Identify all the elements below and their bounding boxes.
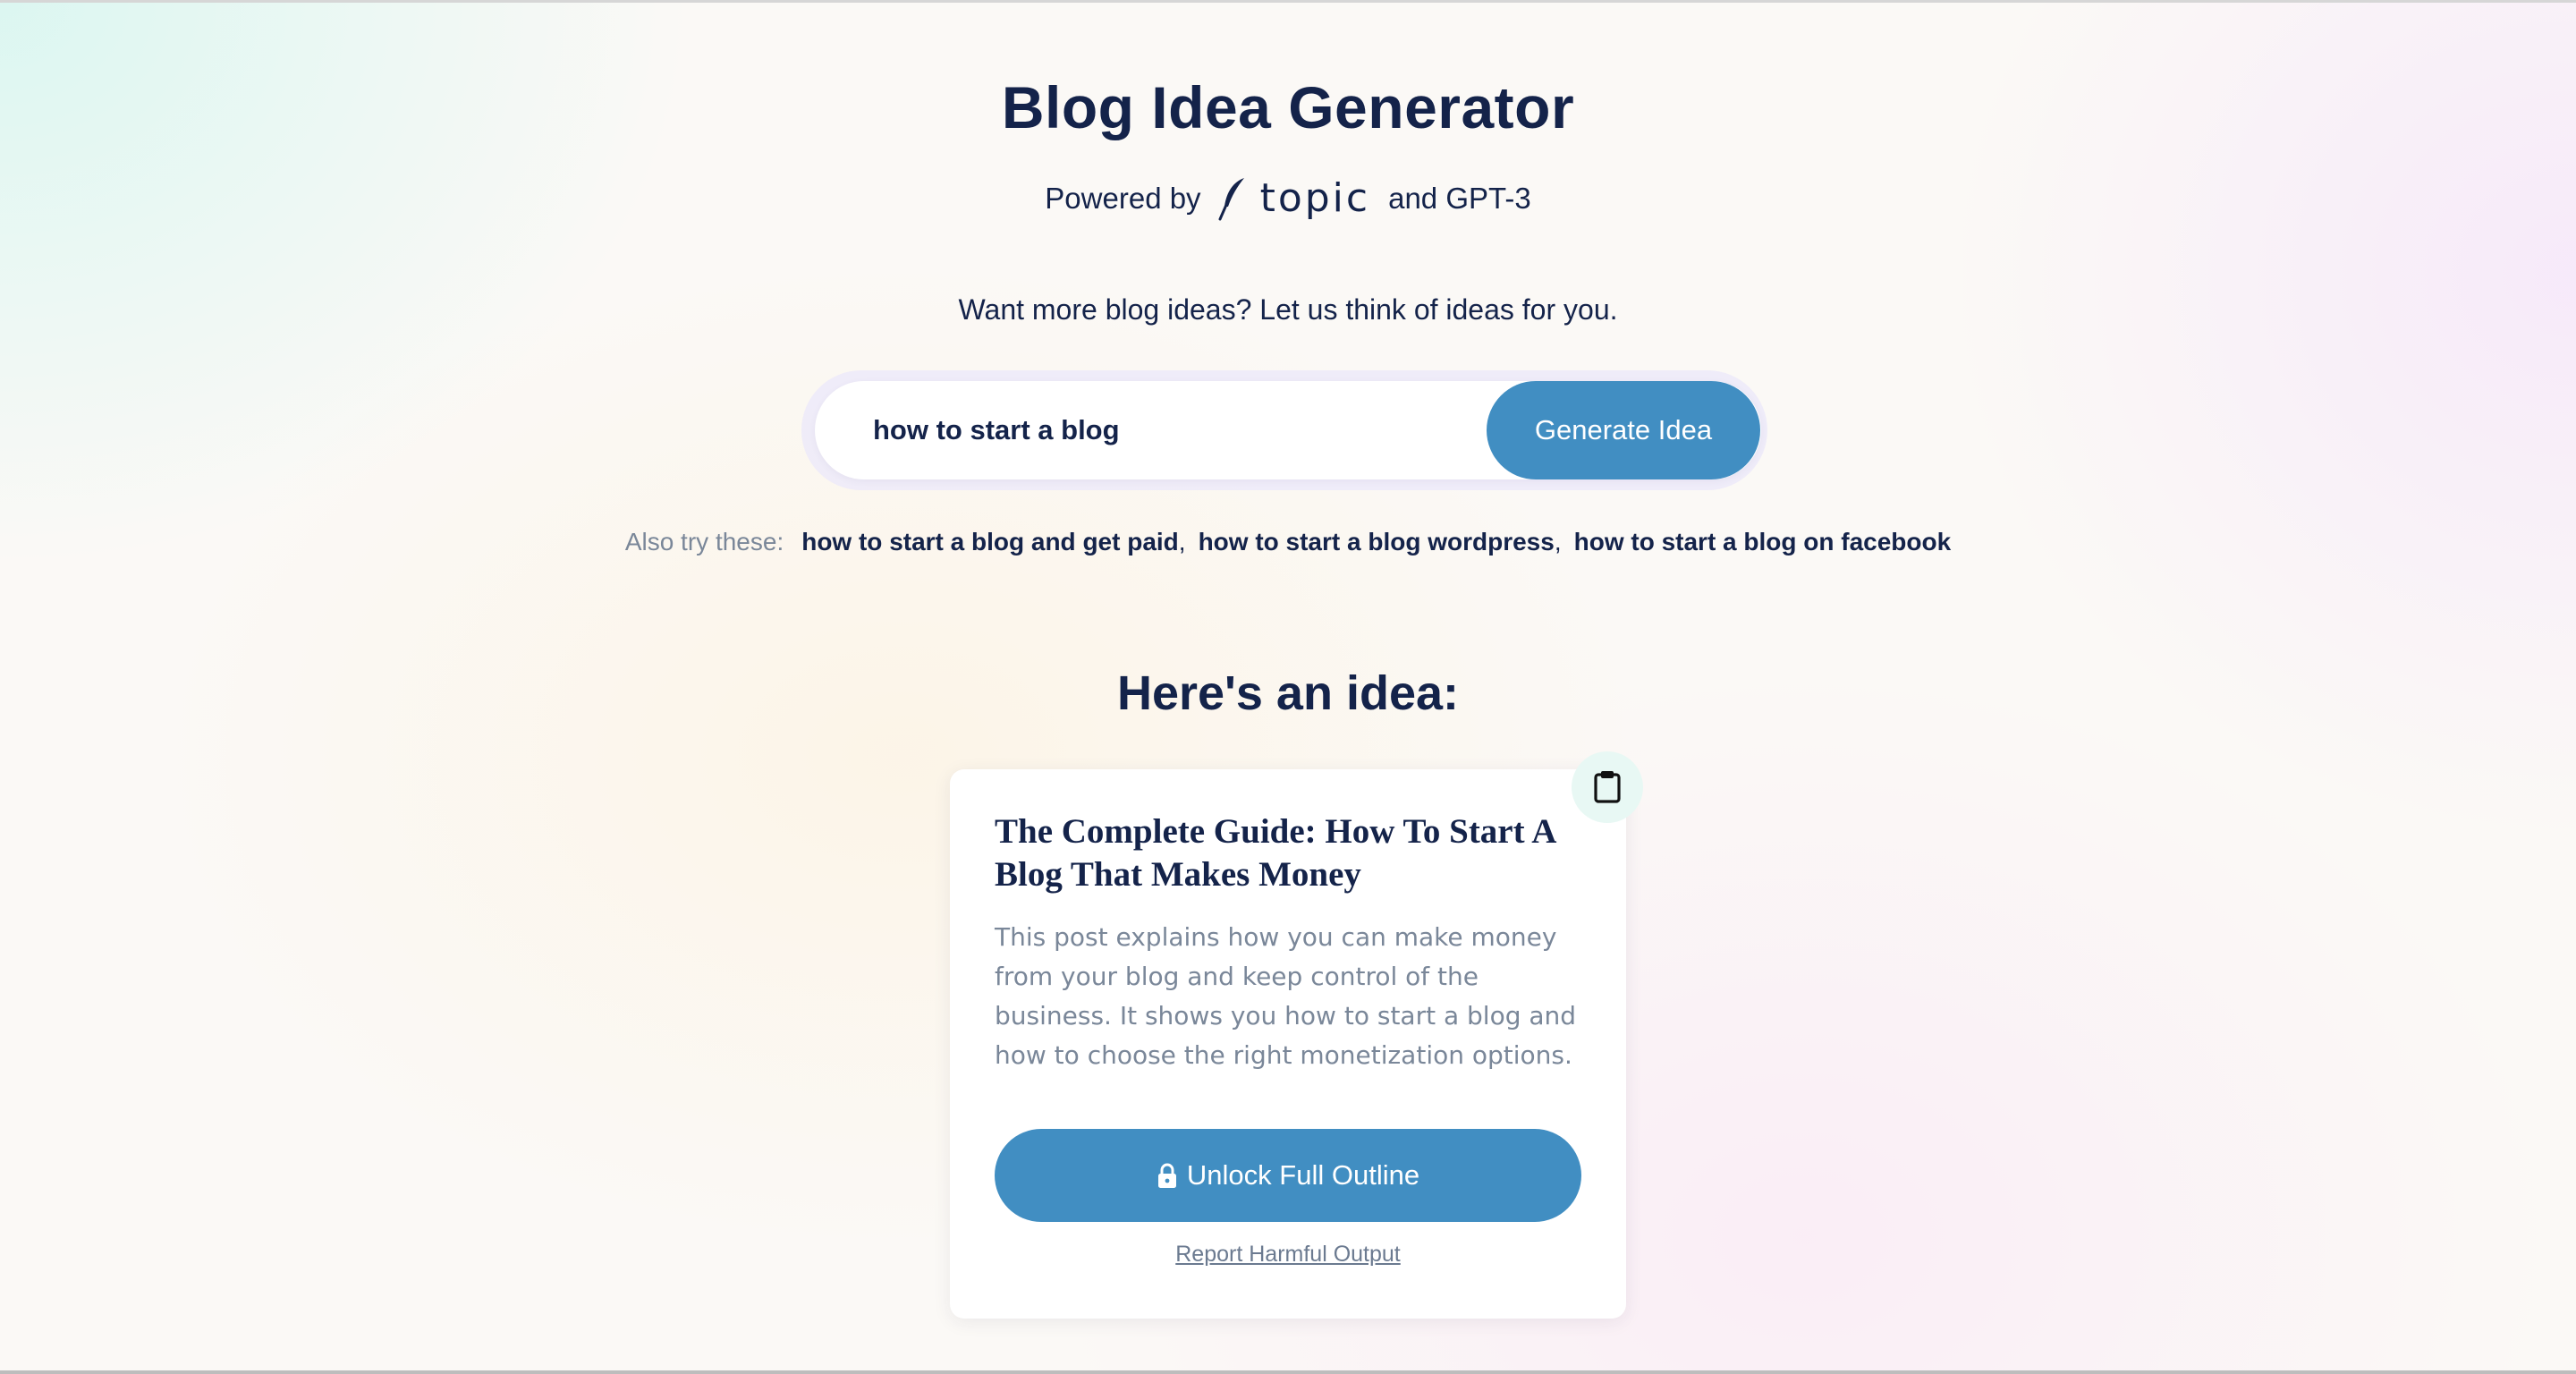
clipboard-icon xyxy=(1592,769,1623,806)
generate-idea-button[interactable]: Generate Idea xyxy=(1487,381,1760,479)
window-top-edge xyxy=(0,0,2576,3)
suggestion-separator: , xyxy=(1554,528,1562,556)
suggestion-link[interactable]: how to start a blog and get paid xyxy=(801,528,1179,556)
powered-by-suffix: and GPT-3 xyxy=(1388,181,1531,215)
suggestions-label: Also try these: xyxy=(624,528,784,556)
topic-input[interactable] xyxy=(873,399,1463,462)
powered-by-prefix: Powered by xyxy=(1045,181,1201,215)
suggestion-link[interactable]: how to start a blog on facebook xyxy=(1574,528,1952,556)
suggestion-separator: , xyxy=(1178,528,1186,556)
unlock-full-outline-button[interactable]: Unlock Full Outline xyxy=(995,1129,1581,1222)
page-title: Blog Idea Generator xyxy=(1001,74,1575,140)
suggestion-link[interactable]: how to start a blog wordpress xyxy=(1199,528,1555,556)
tagline: Want more blog ideas? Let us think of id… xyxy=(958,293,1618,326)
unlock-label: Unlock Full Outline xyxy=(1186,1159,1420,1191)
brand-name[interactable]: topic xyxy=(1260,175,1371,221)
idea-title: The Complete Guide: How To Start A Blog … xyxy=(995,812,1555,894)
suggestions-row: Also try these: how to start a blog and … xyxy=(0,528,2576,556)
report-harmful-output-link[interactable]: Report Harmful Output xyxy=(0,1242,2576,1268)
powered-by-line: Powered by topic and GPT-3 xyxy=(0,175,2576,221)
feather-icon xyxy=(1217,176,1248,221)
lock-icon xyxy=(1157,1162,1178,1189)
window-bottom-edge xyxy=(0,1370,2576,1374)
idea-description: This post explains how you can make mone… xyxy=(995,922,1577,1070)
idea-heading: Here's an idea: xyxy=(1116,666,1459,720)
